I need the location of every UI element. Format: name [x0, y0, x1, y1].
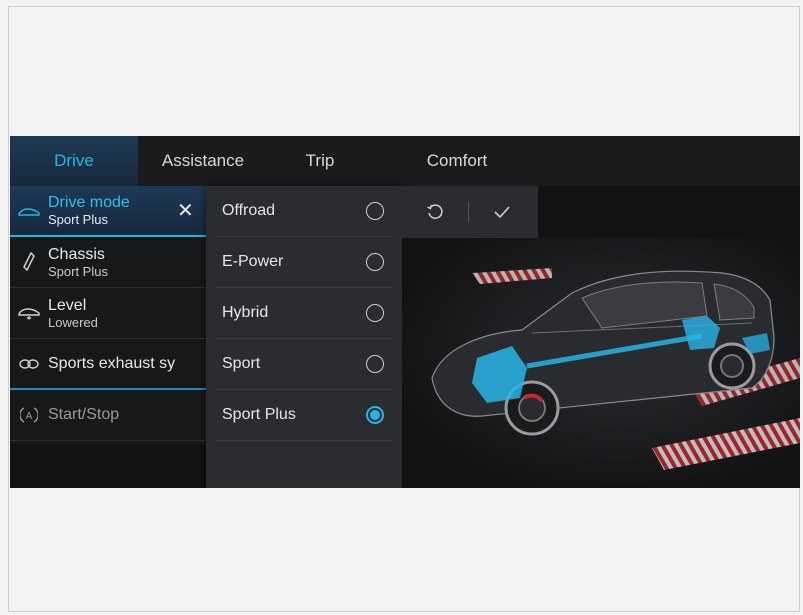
car-illustration [402, 238, 800, 488]
list-item-level[interactable]: Level Lowered [10, 288, 210, 339]
shock-absorber-icon [10, 252, 48, 272]
tab-bar: Drive Assistance Trip Comfort [10, 136, 800, 186]
radio-button[interactable] [366, 355, 384, 373]
option-label: Sport Plus [222, 406, 296, 423]
tab-trip[interactable]: Trip [268, 136, 372, 186]
tab-drive[interactable]: Drive [10, 136, 138, 186]
auto-start-stop-icon: A [10, 406, 48, 424]
option-hybrid[interactable]: Hybrid [216, 288, 392, 339]
checkmark-icon[interactable] [469, 205, 535, 219]
option-sport[interactable]: Sport [216, 339, 392, 390]
list-item-chassis[interactable]: Chassis Sport Plus [10, 237, 210, 288]
list-item-title: Start/Stop [48, 406, 120, 423]
reset-icon[interactable] [402, 203, 468, 221]
drive-mode-options: Offroad E-Power Hybrid Sport Sport Plus [206, 186, 402, 488]
option-label: Offroad [222, 202, 276, 219]
list-item-title: Drive mode [48, 194, 130, 211]
option-label: E-Power [222, 253, 284, 270]
tab-comfort[interactable]: Comfort [372, 136, 542, 186]
tab-assistance[interactable]: Assistance [138, 136, 268, 186]
action-bar [402, 186, 538, 238]
settings-list: Drive mode Sport Plus ✕ Chassis Sport Pl… [10, 186, 210, 444]
list-item-subtitle: Sport Plus [48, 212, 108, 227]
list-item-start-stop[interactable]: A Start/Stop [10, 390, 210, 441]
car-level-icon [10, 306, 48, 320]
radio-button[interactable] [366, 202, 384, 220]
car-icon [10, 205, 48, 217]
list-item-title: Chassis [48, 245, 105, 263]
list-item-drive-mode[interactable]: Drive mode Sport Plus ✕ [10, 186, 210, 237]
radio-button-selected[interactable] [366, 406, 384, 424]
option-label: Sport [222, 355, 261, 372]
list-item-title: Sports exhaust sy [48, 354, 176, 372]
infotainment-screen: Drive Assistance Trip Comfort Drive mode… [10, 136, 800, 488]
list-item-sports-exhaust[interactable]: Sports exhaust sy [10, 339, 210, 390]
radio-button[interactable] [366, 304, 384, 322]
list-item-title: Level [48, 296, 87, 314]
exhaust-icon [10, 358, 48, 370]
svg-text:A: A [26, 411, 33, 422]
close-icon[interactable]: ✕ [177, 200, 194, 222]
option-sport-plus[interactable]: Sport Plus [216, 390, 392, 441]
list-item-subtitle: Sport Plus [48, 263, 108, 279]
option-e-power[interactable]: E-Power [216, 237, 392, 288]
list-item-subtitle: Lowered [48, 314, 98, 330]
option-offroad[interactable]: Offroad [216, 186, 392, 237]
radio-button[interactable] [366, 253, 384, 271]
option-label: Hybrid [222, 304, 269, 321]
